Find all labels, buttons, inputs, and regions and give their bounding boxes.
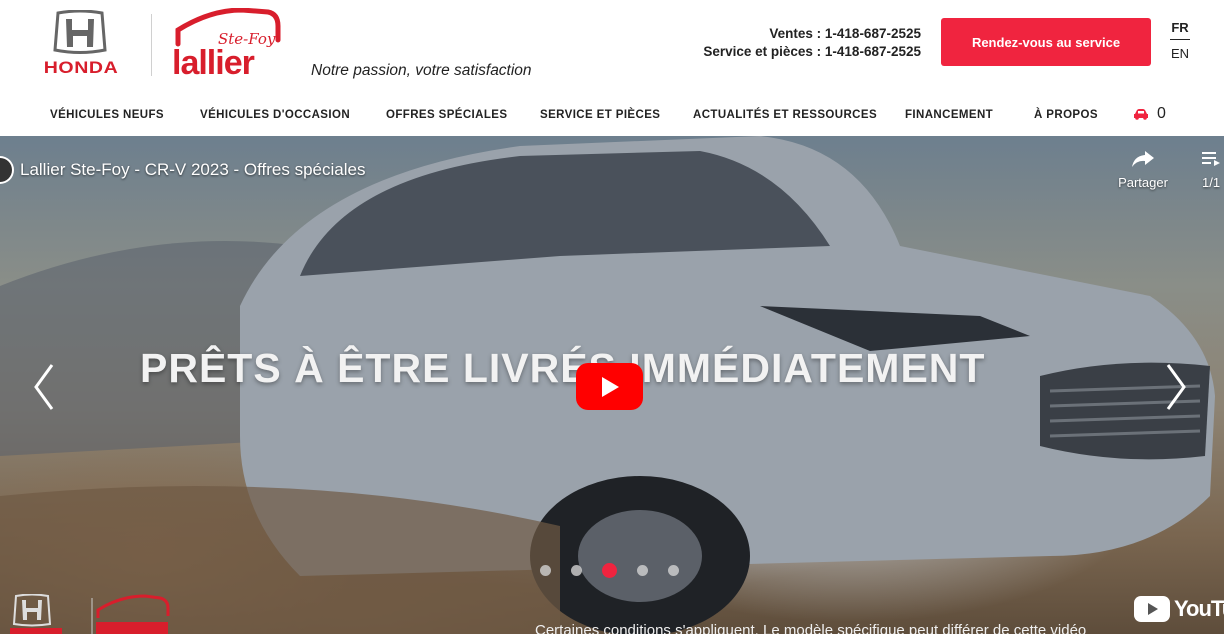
phone-numbers: Ventes : 1-418-687-2525 Service et pièce… — [703, 25, 921, 61]
lang-en[interactable]: EN — [1170, 40, 1190, 61]
slider-dot-3-active[interactable] — [602, 563, 617, 578]
hero-video-slider[interactable]: Lallier Ste-Foy - CR-V 2023 - Offres spé… — [0, 136, 1224, 634]
slider-next-arrow-icon[interactable] — [1160, 361, 1190, 413]
honda-h-icon — [53, 10, 107, 54]
saved-vehicles[interactable]: 0 — [1133, 104, 1166, 124]
nav-actualites-ressources[interactable]: ACTUALITÉS ET RESSOURCES — [693, 109, 877, 121]
lallier-ste-foy-logo[interactable]: Ste-Foy lallier — [170, 8, 282, 78]
honda-logo[interactable]: HONDA — [28, 10, 134, 78]
nav-vehicules-occasion[interactable]: VÉHICULES D'OCCASION — [200, 109, 350, 121]
share-button[interactable]: Partager — [1113, 150, 1173, 190]
language-switcher: FR EN — [1170, 20, 1190, 61]
lang-fr[interactable]: FR — [1170, 20, 1190, 40]
sales-phone[interactable]: Ventes : 1-418-687-2525 — [703, 25, 921, 43]
cart-count: 0 — [1157, 105, 1166, 122]
video-title-bar: Lallier Ste-Foy - CR-V 2023 - Offres spé… — [0, 156, 365, 184]
slider-dot-4[interactable] — [637, 565, 648, 576]
nav-financement[interactable]: FINANCEMENT — [905, 109, 993, 121]
slider-pagination — [540, 563, 679, 578]
playlist-button[interactable]: 1/1 — [1202, 150, 1224, 190]
share-icon — [1132, 151, 1154, 167]
nav-a-propos[interactable]: À PROPOS — [1034, 109, 1098, 121]
slider-dot-1[interactable] — [540, 565, 551, 576]
play-icon — [602, 377, 619, 397]
car-icon — [1134, 109, 1148, 120]
nav-offres-speciales[interactable]: OFFRES SPÉCIALES — [386, 109, 507, 121]
youtube-wordmark: YouTube — [1174, 596, 1224, 621]
video-watermark-logos — [10, 594, 170, 634]
service-phone[interactable]: Service et pièces : 1-418-687-2525 — [703, 43, 921, 61]
youtube-logo[interactable]: YouTube — [1134, 594, 1224, 624]
playlist-count: 1/1 — [1202, 175, 1221, 190]
service-appointment-button[interactable]: Rendez-vous au service — [941, 18, 1151, 66]
nav-vehicules-neufs[interactable]: VÉHICULES NEUFS — [50, 109, 164, 121]
honda-wordmark: HONDA — [43, 58, 119, 77]
tagline: Notre passion, votre satisfaction — [311, 62, 532, 79]
site-header: HONDA Ste-Foy lallier Notre passion, vot… — [0, 0, 1224, 136]
svg-text:lallier: lallier — [172, 44, 255, 78]
slider-prev-arrow-icon[interactable] — [30, 361, 60, 413]
video-title[interactable]: Lallier Ste-Foy - CR-V 2023 - Offres spé… — [20, 160, 365, 180]
slider-dot-2[interactable] — [571, 565, 582, 576]
slider-dot-5[interactable] — [668, 565, 679, 576]
logo-divider — [151, 14, 152, 76]
main-nav: VÉHICULES NEUFS VÉHICULES D'OCCASION OFF… — [0, 96, 1224, 136]
share-label: Partager — [1118, 175, 1168, 190]
nav-service-pieces[interactable]: SERVICE ET PIÈCES — [540, 109, 660, 121]
youtube-icon — [1134, 596, 1170, 622]
channel-avatar[interactable] — [0, 156, 14, 184]
hero-headline: PRÊTS À ÊTRE LIVRÉS IMMÉDIATEMENT — [140, 345, 986, 391]
playlist-icon — [1202, 152, 1220, 166]
video-disclaimer: Certaines conditions s'appliquent. Le mo… — [535, 622, 1087, 634]
youtube-play-button[interactable] — [576, 363, 643, 410]
